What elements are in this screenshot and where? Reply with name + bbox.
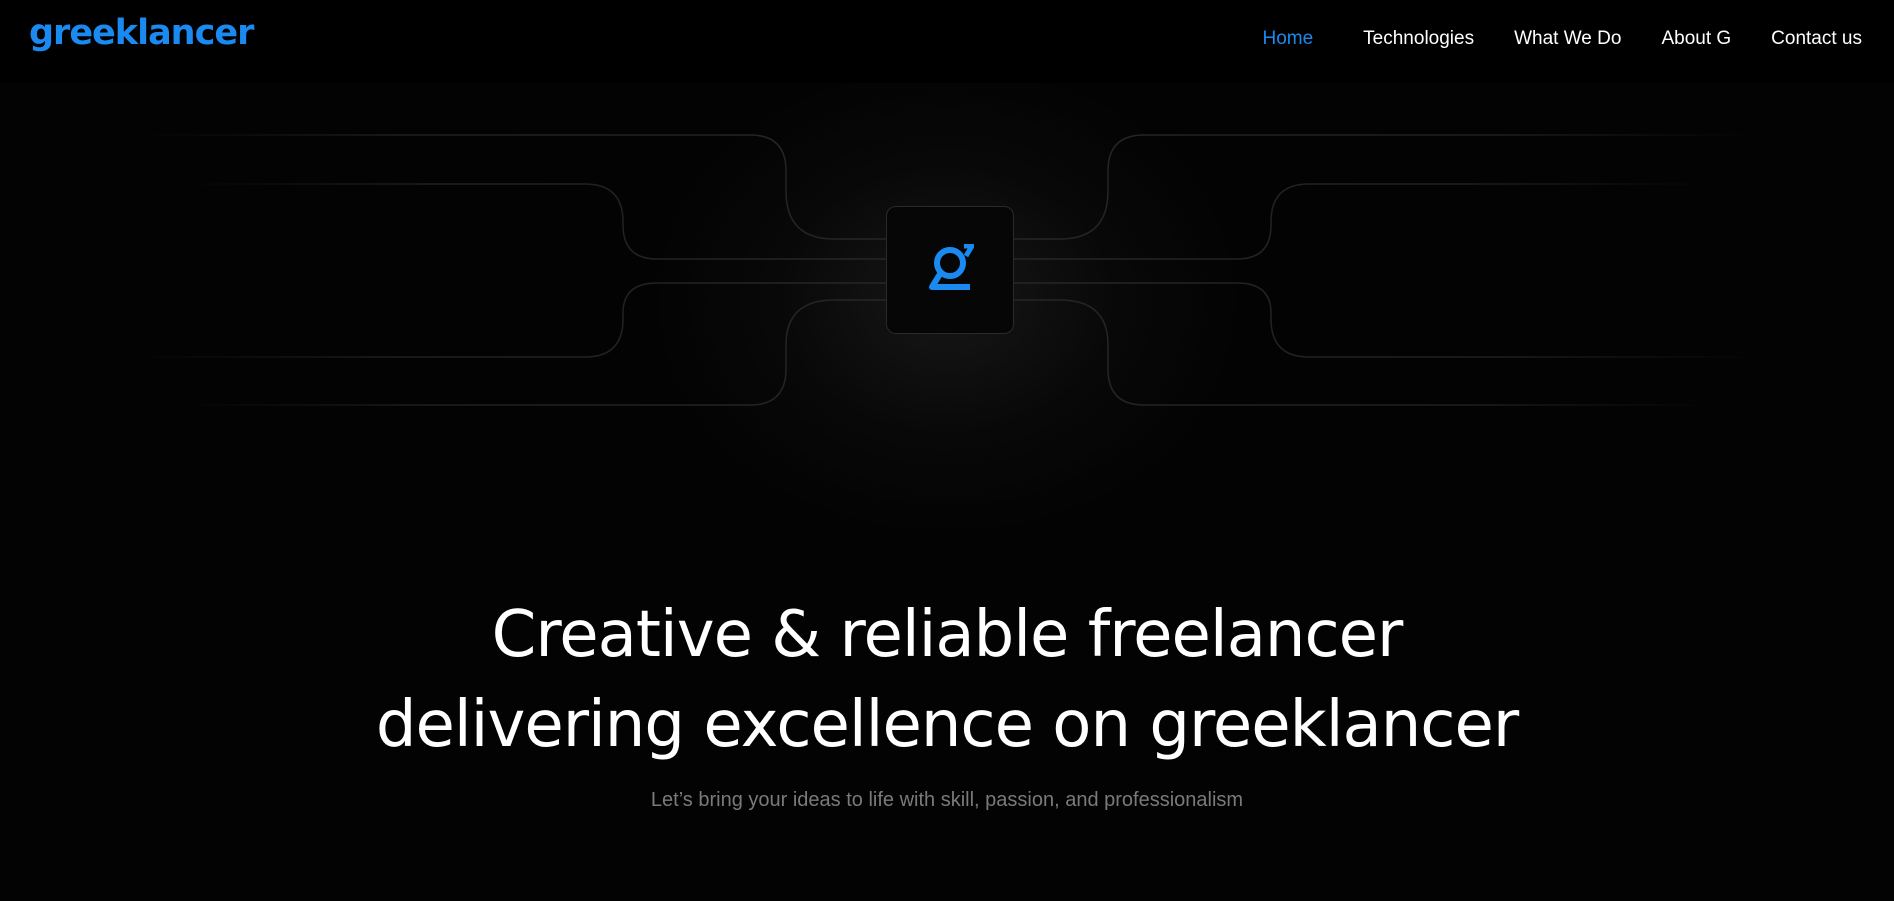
g-logo-tile (886, 206, 1014, 334)
page: greeklancer Home Technologies What We Do… (0, 0, 1894, 901)
nav-item-what-we-do[interactable]: What We Do (1514, 28, 1621, 50)
hero-headline-line-1: Creative & reliable freelancer (491, 598, 1404, 672)
hero-subtitle: Let’s bring your ideas to life with skil… (650, 789, 1244, 811)
nav-item-about-g[interactable]: About G (1661, 28, 1731, 50)
brand-logo[interactable]: greeklancer (29, 16, 254, 51)
nav-item-home[interactable]: Home (1262, 28, 1313, 50)
main-nav: Home Technologies What We Do About G Con… (1222, 28, 1862, 50)
nav-item-technologies[interactable]: Technologies (1363, 28, 1474, 50)
g-logo-icon (929, 244, 974, 290)
nav-item-contact-us[interactable]: Contact us (1771, 28, 1862, 50)
hero-headline-line-2: delivering excellence on greeklancer (375, 688, 1519, 762)
top-navbar: greeklancer Home Technologies What We Do… (0, 0, 1894, 83)
hero-headline: Creative & reliable freelancer deliverin… (0, 590, 1894, 770)
